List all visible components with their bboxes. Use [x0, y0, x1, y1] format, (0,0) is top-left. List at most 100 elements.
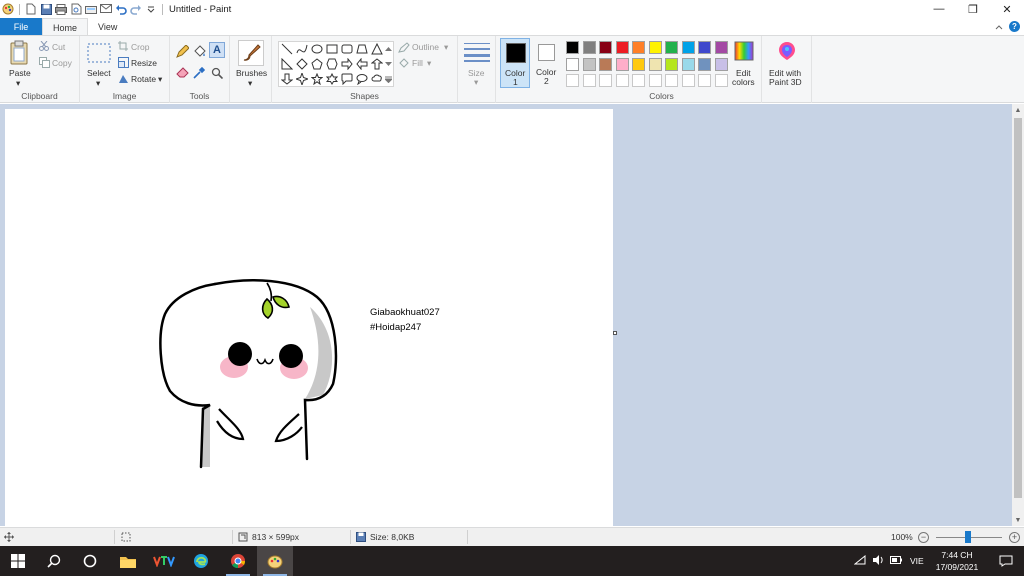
- redo-icon[interactable]: [130, 3, 142, 15]
- five-point-star-shape-icon[interactable]: [310, 72, 324, 86]
- color2-button[interactable]: Color 2: [532, 38, 562, 88]
- size-dropdown-icon[interactable]: ▾: [474, 77, 478, 88]
- select-button[interactable]: Select: [87, 68, 111, 78]
- custom-color-slot[interactable]: [698, 74, 711, 87]
- undo-icon[interactable]: [115, 3, 127, 15]
- text-tool-icon[interactable]: A: [209, 42, 225, 58]
- shapes-expand-icon[interactable]: [383, 72, 393, 86]
- up-arrow-shape-icon[interactable]: [370, 57, 384, 71]
- size-icon[interactable]: [464, 42, 490, 64]
- save-icon[interactable]: [40, 3, 52, 15]
- volume-icon[interactable]: [872, 555, 884, 567]
- taskbar-clock[interactable]: 7:44 CH 17/09/2021: [930, 549, 984, 573]
- diamond-shape-icon[interactable]: [295, 57, 309, 71]
- pencil-icon[interactable]: [176, 44, 190, 60]
- taskbar-file-explorer[interactable]: [110, 546, 146, 576]
- copy-icon[interactable]: [39, 57, 50, 70]
- custom-color-slot[interactable]: [566, 74, 579, 87]
- paint3d-icon[interactable]: [778, 41, 796, 63]
- custom-color-slot[interactable]: [681, 74, 695, 87]
- color-swatch[interactable]: [582, 41, 596, 54]
- fill-dropdown-icon[interactable]: ▾: [427, 58, 431, 69]
- canvas-resize-handle[interactable]: [613, 331, 617, 335]
- shapes-scroll-down-icon[interactable]: [383, 57, 393, 71]
- rotate-button[interactable]: Rotate: [131, 74, 156, 84]
- paint-app-icon[interactable]: [2, 3, 14, 15]
- color-swatch[interactable]: [648, 41, 662, 54]
- zoom-in-button[interactable]: +: [1009, 532, 1020, 543]
- color-swatch[interactable]: [582, 57, 596, 71]
- crop-button[interactable]: Crop: [131, 42, 149, 52]
- down-arrow-shape-icon[interactable]: [280, 72, 294, 86]
- rotate-icon[interactable]: [118, 73, 129, 86]
- left-arrow-shape-icon[interactable]: [355, 57, 369, 71]
- color-picker-icon[interactable]: [193, 66, 206, 81]
- cortana-button[interactable]: [72, 546, 108, 576]
- outline-dropdown-icon[interactable]: ▾: [444, 42, 448, 53]
- triangle-shape-icon[interactable]: [370, 42, 384, 56]
- color-swatch[interactable]: [632, 41, 645, 54]
- outline-button[interactable]: Outline: [412, 42, 439, 52]
- rounded-callout-shape-icon[interactable]: [340, 72, 354, 86]
- oval-shape-icon[interactable]: [310, 42, 324, 56]
- color-swatch[interactable]: [615, 57, 629, 71]
- vertical-scrollbar[interactable]: ▲ ▼: [1012, 104, 1024, 526]
- resize-icon[interactable]: [118, 57, 129, 70]
- email-icon[interactable]: [100, 3, 112, 15]
- color1-button[interactable]: Color 1: [500, 38, 530, 88]
- close-button[interactable]: ✕: [990, 0, 1024, 18]
- tab-view[interactable]: View: [88, 18, 127, 35]
- tab-file[interactable]: File: [0, 18, 42, 35]
- magnifier-icon[interactable]: [211, 67, 224, 81]
- copy-button[interactable]: Copy: [52, 58, 72, 68]
- custom-color-slot[interactable]: [665, 74, 678, 87]
- fill-icon[interactable]: [398, 58, 410, 71]
- restore-button[interactable]: ❐: [956, 0, 990, 18]
- color-swatch[interactable]: [566, 41, 579, 54]
- notifications-button[interactable]: [988, 546, 1024, 576]
- scanner-icon[interactable]: [85, 3, 97, 15]
- select-icon[interactable]: [87, 43, 111, 67]
- oval-callout-shape-icon[interactable]: [355, 72, 369, 86]
- battery-icon[interactable]: [890, 556, 902, 566]
- paste-icon[interactable]: [9, 40, 31, 68]
- scroll-down-arrow-icon[interactable]: ▼: [1012, 514, 1024, 526]
- color-swatch[interactable]: [714, 41, 728, 54]
- right-triangle-shape-icon[interactable]: [280, 57, 294, 71]
- zoom-out-button[interactable]: −: [918, 532, 929, 543]
- network-icon[interactable]: [853, 554, 866, 567]
- help-icon[interactable]: ?: [1009, 21, 1020, 32]
- color-swatch[interactable]: [566, 57, 579, 71]
- six-point-star-shape-icon[interactable]: [325, 72, 339, 86]
- crop-icon[interactable]: [118, 41, 128, 53]
- tab-home[interactable]: Home: [42, 18, 89, 36]
- outline-icon[interactable]: [398, 42, 410, 55]
- hexagon-shape-icon[interactable]: [325, 57, 339, 71]
- color-swatch[interactable]: [681, 41, 695, 54]
- new-file-icon[interactable]: [25, 3, 37, 15]
- cut-button[interactable]: Cut: [52, 42, 65, 52]
- taskbar-edge[interactable]: [183, 546, 219, 576]
- paste-button[interactable]: Paste: [9, 68, 31, 78]
- curve-shape-icon[interactable]: [295, 42, 309, 56]
- search-button[interactable]: [36, 546, 72, 576]
- print-icon[interactable]: [55, 3, 67, 15]
- custom-color-slot[interactable]: [615, 74, 629, 87]
- color-swatch[interactable]: [698, 57, 711, 71]
- color-swatch[interactable]: [665, 41, 678, 54]
- rounded-rectangle-shape-icon[interactable]: [340, 42, 354, 56]
- polygon-shape-icon[interactable]: [355, 42, 369, 56]
- custom-color-slot[interactable]: [599, 74, 612, 87]
- print-preview-icon[interactable]: [70, 3, 82, 15]
- color-swatch[interactable]: [632, 57, 645, 71]
- edit-with-paint3d-label-2[interactable]: Paint 3D: [769, 77, 802, 87]
- resize-button[interactable]: Resize: [131, 58, 157, 68]
- paste-dropdown-icon[interactable]: ▾: [16, 78, 20, 89]
- eraser-icon[interactable]: [176, 67, 189, 80]
- four-point-star-shape-icon[interactable]: [295, 72, 309, 86]
- taskbar-chrome[interactable]: [220, 546, 256, 576]
- taskbar-vtv[interactable]: [146, 546, 182, 576]
- edit-colors-icon[interactable]: [734, 41, 754, 63]
- brush-icon[interactable]: [238, 40, 264, 66]
- minimize-button[interactable]: —: [922, 0, 956, 18]
